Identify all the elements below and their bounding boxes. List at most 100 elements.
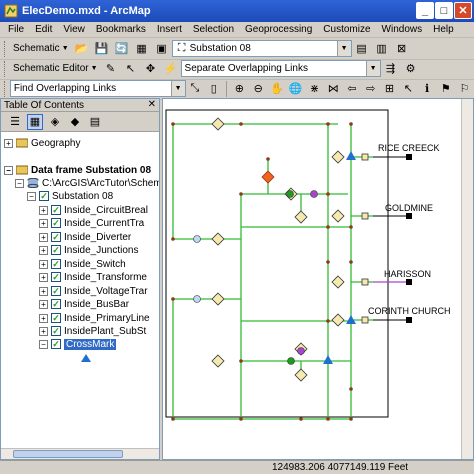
layer-checkbox[interactable]: ✓ <box>51 299 61 309</box>
layer-checkbox[interactable]: ✓ <box>51 205 61 215</box>
minimize-button[interactable]: _ <box>416 2 434 19</box>
task-select[interactable]: Find Overlapping Links ▼ <box>9 80 186 97</box>
flag-barrier-icon[interactable]: ⚐ <box>457 81 472 97</box>
menu-customize[interactable]: Customize <box>323 24 370 35</box>
layer-checkbox[interactable]: ✓ <box>51 313 61 323</box>
collapse-icon[interactable]: − <box>27 191 36 201</box>
menu-selection[interactable]: Selection <box>193 24 234 35</box>
list-by-visibility-icon[interactable]: ◈ <box>47 114 63 130</box>
schematic-menu[interactable]: Schematic ▼ <box>10 43 72 54</box>
identify-icon[interactable]: ℹ <box>420 81 435 97</box>
expand-icon[interactable]: + <box>39 259 48 269</box>
full-extent-icon[interactable]: 🌐 <box>288 81 303 97</box>
tree-item-layer[interactable]: + ✓ Inside_Junctions <box>39 244 139 256</box>
menu-edit[interactable]: Edit <box>35 24 52 35</box>
wand-icon[interactable]: ⚡ <box>163 61 179 77</box>
zoom-in-icon[interactable]: ⊕ <box>232 81 247 97</box>
tree-item-layer[interactable]: + ✓ Inside_VoltageTrar <box>39 285 148 297</box>
layer-checkbox[interactable]: ✓ <box>51 326 61 336</box>
horizontal-scrollbar[interactable] <box>1 448 159 459</box>
expand-icon[interactable]: + <box>39 205 48 215</box>
tree-item-layer[interactable]: + ✓ InsidePlant_SubSt <box>39 325 146 337</box>
tree-item-geography[interactable]: + Geography <box>4 137 80 149</box>
toolbar-grip[interactable] <box>4 60 7 77</box>
diagram-properties-icon[interactable]: ▤ <box>354 41 370 57</box>
tree-item-layer[interactable]: + ✓ Inside_CircuitBreal <box>39 204 148 216</box>
expand-icon[interactable]: + <box>39 286 48 296</box>
maximize-button[interactable]: □ <box>435 2 453 19</box>
expand-icon[interactable]: + <box>4 138 13 148</box>
diagram-delete-icon[interactable]: ⊠ <box>394 41 410 57</box>
select-features-icon[interactable]: ⊞ <box>382 81 397 97</box>
layer-checkbox[interactable]: ✓ <box>51 232 61 242</box>
layer-checkbox[interactable]: ✓ <box>51 272 61 282</box>
forward-icon[interactable]: ⇨ <box>363 81 378 97</box>
grid-icon[interactable]: ▦ <box>134 41 150 57</box>
menu-geoprocessing[interactable]: Geoprocessing <box>245 24 312 35</box>
diagram-select[interactable]: ⛶ Substation 08 ▼ <box>171 40 352 57</box>
layer-checkbox[interactable]: ✓ <box>51 339 61 349</box>
list-by-selection-icon[interactable]: ◆ <box>67 114 83 130</box>
pan-icon[interactable]: ✋ <box>270 81 285 97</box>
tree-item-layer[interactable]: + ✓ Inside_Switch <box>39 258 126 270</box>
menu-insert[interactable]: Insert <box>157 24 182 35</box>
layout-properties-icon[interactable]: ⚙ <box>403 61 419 77</box>
menu-view[interactable]: View <box>63 24 85 35</box>
schematic-editor-menu[interactable]: Schematic Editor ▼ <box>10 63 101 74</box>
fixed-zoom-in-icon[interactable]: ⋇ <box>307 81 322 97</box>
options-icon[interactable]: ▤ <box>87 114 103 130</box>
run-task-icon[interactable]: ⤡ <box>188 81 203 97</box>
select-elements-icon[interactable]: ↖ <box>401 81 416 97</box>
tree-item-layer[interactable]: + ✓ Inside_PrimaryLine <box>39 312 150 324</box>
layer-checkbox[interactable]: ✓ <box>51 259 61 269</box>
collapse-icon[interactable]: − <box>15 178 24 188</box>
map-view[interactable]: RICE CREECK GOLDMINE HARISSON CORINTH CH… <box>162 98 474 460</box>
collapse-icon[interactable]: − <box>4 165 13 175</box>
menu-help[interactable]: Help <box>433 24 454 35</box>
layer-checkbox[interactable]: ✓ <box>51 245 61 255</box>
update-diagram-icon[interactable]: 🔄 <box>114 41 130 57</box>
close-button[interactable]: ✕ <box>454 2 472 19</box>
pointer-icon[interactable]: ↖ <box>123 61 139 77</box>
tree-item-data-frame[interactable]: − Data frame Substation 08 <box>4 164 151 176</box>
toolbar-grip[interactable] <box>4 80 7 97</box>
toolbar-grip[interactable] <box>4 40 7 57</box>
tree-item-layer-selected[interactable]: − ✓ CrossMark <box>39 338 117 350</box>
diagram-layers-icon[interactable]: ▥ <box>374 41 390 57</box>
menu-bookmarks[interactable]: Bookmarks <box>96 24 146 35</box>
back-icon[interactable]: ⇦ <box>345 81 360 97</box>
save-diagram-icon[interactable]: 💾 <box>94 41 110 57</box>
list-by-drawing-order-icon[interactable]: ☰ <box>7 114 23 130</box>
fixed-zoom-out-icon[interactable]: ⋈ <box>326 81 341 97</box>
schematic-diagram[interactable]: RICE CREECK GOLDMINE HARISSON CORINTH CH… <box>163 99 463 461</box>
layer-checkbox[interactable]: ✓ <box>39 191 49 201</box>
scrollbar-thumb[interactable] <box>13 450 123 458</box>
edit-icon[interactable]: ✎ <box>103 61 119 77</box>
apply-layout-icon[interactable]: ⇶ <box>383 61 399 77</box>
tree-item-diagram[interactable]: − ✓ Substation 08 <box>27 190 113 202</box>
flag-icon[interactable]: ⚑ <box>438 81 453 97</box>
layout-algorithm-select[interactable]: Separate Overlapping Links ▼ <box>180 60 381 77</box>
layer-checkbox[interactable]: ✓ <box>51 218 61 228</box>
menu-windows[interactable]: Windows <box>382 24 423 35</box>
view-icon[interactable]: ▣ <box>154 41 170 57</box>
menu-file[interactable]: File <box>8 24 24 35</box>
layer-checkbox[interactable]: ✓ <box>51 286 61 296</box>
toc-close-icon[interactable]: ✕ <box>148 99 156 110</box>
zoom-out-icon[interactable]: ⊖ <box>251 81 266 97</box>
properties-icon[interactable]: ▯ <box>206 81 221 97</box>
expand-icon[interactable]: + <box>39 218 48 228</box>
expand-icon[interactable]: + <box>39 232 48 242</box>
expand-icon[interactable]: + <box>39 245 48 255</box>
tree-item-layer[interactable]: + ✓ Inside_Transforme <box>39 271 147 283</box>
expand-icon[interactable]: + <box>39 299 48 309</box>
map-vertical-scrollbar[interactable] <box>461 99 473 459</box>
expand-icon[interactable]: + <box>39 313 48 323</box>
expand-icon[interactable]: + <box>39 326 48 336</box>
tree-item-layer[interactable]: + ✓ Inside_Diverter <box>39 231 131 243</box>
tree-item-layer[interactable]: + ✓ Inside_BusBar <box>39 298 129 310</box>
move-icon[interactable]: ✥ <box>143 61 159 77</box>
tree-item-workspace[interactable]: − C:\ArcGIS\ArcTutor\Schem <box>15 177 159 189</box>
tree-item-layer[interactable]: + ✓ Inside_CurrentTra <box>39 217 144 229</box>
open-diagram-icon[interactable]: 📂 <box>74 41 90 57</box>
